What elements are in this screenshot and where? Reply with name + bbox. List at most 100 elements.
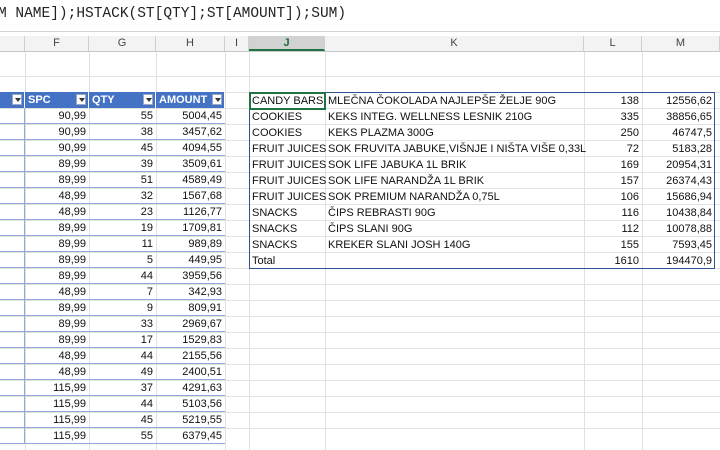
cell-qty[interactable]: 19 xyxy=(89,220,156,236)
cell-amount[interactable]: 342,93 xyxy=(156,284,225,300)
cell-spc[interactable]: 89,99 xyxy=(25,300,89,316)
cell-amount[interactable]: 3457,62 xyxy=(156,124,225,140)
cell-qty[interactable]: 49 xyxy=(89,364,156,380)
cell-qty-sum[interactable]: 138 xyxy=(584,93,642,109)
column-header-E-partial[interactable] xyxy=(0,36,25,51)
cell-category[interactable]: SNACKS xyxy=(249,237,325,253)
cell-category[interactable]: FRUIT JUICES xyxy=(249,157,326,173)
cell-item-name[interactable]: ČIPS REBRASTI 90G xyxy=(325,205,584,221)
column-header-F[interactable]: F xyxy=(25,36,89,51)
cell-amount[interactable]: 5004,45 xyxy=(156,108,225,124)
source-cell-partial[interactable] xyxy=(0,412,25,428)
cell-amount-sum[interactable]: 194470,9 xyxy=(642,253,715,269)
cell-category[interactable]: FRUIT JUICES xyxy=(249,141,326,157)
source-cell-partial[interactable] xyxy=(0,188,25,204)
cell-qty[interactable]: 44 xyxy=(89,268,156,284)
filter-dropdown-icon[interactable] xyxy=(143,94,153,105)
cell-qty[interactable]: 55 xyxy=(89,108,156,124)
formula-bar[interactable]: M NAME]);HSTACK(ST[QTY];ST[AMOUNT]);SUM) xyxy=(0,0,720,32)
cell-item-name[interactable] xyxy=(325,253,584,269)
cell-amount[interactable]: 4291,63 xyxy=(156,380,225,396)
cell-spc[interactable]: 48,99 xyxy=(25,284,89,300)
cell-amount[interactable]: 1567,68 xyxy=(156,188,225,204)
cell-qty[interactable]: 37 xyxy=(89,380,156,396)
formula-text[interactable]: M NAME]);HSTACK(ST[QTY];ST[AMOUNT]);SUM) xyxy=(0,6,346,22)
column-header-L[interactable]: L xyxy=(584,36,642,51)
cell-qty[interactable]: 55 xyxy=(89,428,156,444)
cell-item-name[interactable]: KEKS INTEG. WELLNESS LESNIK 210G xyxy=(325,109,584,125)
cell-qty-sum[interactable]: 335 xyxy=(584,109,642,125)
cell-spc[interactable]: 89,99 xyxy=(25,172,89,188)
column-header-J[interactable]: J xyxy=(249,36,325,51)
cell-amount[interactable]: 1126,77 xyxy=(156,204,225,220)
source-cell-partial[interactable] xyxy=(0,236,25,252)
cell-spc[interactable]: 89,99 xyxy=(25,316,89,332)
source-header-partial[interactable] xyxy=(0,92,25,108)
cell-item-name[interactable]: KEKS PLAZMA 300G xyxy=(325,125,584,141)
cell-qty-sum[interactable]: 1610 xyxy=(584,253,642,269)
cell-amount[interactable]: 2155,56 xyxy=(156,348,225,364)
cell-item-name[interactable]: SOK FRUVITA JABUKE,VIŠNJE I NIŠTA VIŠE 0… xyxy=(325,141,586,157)
cell-qty-sum[interactable]: 72 xyxy=(584,141,642,157)
cell-amount-sum[interactable]: 26374,43 xyxy=(642,173,715,189)
cell-spc[interactable]: 48,99 xyxy=(25,188,89,204)
cell-item-name[interactable]: SOK LIFE NARANDŽA 1L BRIK xyxy=(325,173,584,189)
cell-amount-sum[interactable]: 10438,84 xyxy=(642,205,715,221)
cell-qty[interactable]: 32 xyxy=(89,188,156,204)
source-cell-partial[interactable] xyxy=(0,124,25,140)
source-cell-partial[interactable] xyxy=(0,380,25,396)
cell-spc[interactable]: 48,99 xyxy=(25,204,89,220)
cell-category[interactable]: FRUIT JUICES xyxy=(249,189,326,205)
cell-item-name[interactable]: KREKER SLANI JOSH 140G xyxy=(325,237,584,253)
source-cell-partial[interactable] xyxy=(0,156,25,172)
cell-category[interactable]: SNACKS xyxy=(249,205,325,221)
filter-dropdown-icon[interactable] xyxy=(12,94,22,105)
source-cell-partial[interactable] xyxy=(0,348,25,364)
active-cell-selection[interactable] xyxy=(249,92,326,110)
cell-qty[interactable]: 9 xyxy=(89,300,156,316)
header-spc[interactable]: SPC xyxy=(25,92,89,108)
source-cell-partial[interactable] xyxy=(0,220,25,236)
cell-qty-sum[interactable]: 157 xyxy=(584,173,642,189)
cell-qty[interactable]: 38 xyxy=(89,124,156,140)
column-header-I[interactable]: I xyxy=(225,36,249,51)
header-qty[interactable]: QTY xyxy=(89,92,156,108)
cell-amount[interactable]: 5219,55 xyxy=(156,412,225,428)
source-cell-partial[interactable] xyxy=(0,332,25,348)
source-cell-partial[interactable] xyxy=(0,428,25,444)
cell-category[interactable]: SNACKS xyxy=(249,221,325,237)
cell-spc[interactable]: 89,99 xyxy=(25,220,89,236)
cell-amount[interactable]: 1709,81 xyxy=(156,220,225,236)
cell-qty[interactable]: 39 xyxy=(89,156,156,172)
cell-qty[interactable]: 45 xyxy=(89,140,156,156)
cell-spc[interactable]: 90,99 xyxy=(25,108,89,124)
cell-category[interactable]: Total xyxy=(249,253,325,269)
column-header-G[interactable]: G xyxy=(89,36,156,51)
cell-amount[interactable]: 989,89 xyxy=(156,236,225,252)
column-header-H[interactable]: H xyxy=(156,36,225,51)
header-amount[interactable]: AMOUNT xyxy=(156,92,225,108)
cell-qty[interactable]: 45 xyxy=(89,412,156,428)
cell-amount[interactable]: 4589,49 xyxy=(156,172,225,188)
source-cell-partial[interactable] xyxy=(0,300,25,316)
column-header-M[interactable]: M xyxy=(642,36,720,51)
cell-category[interactable]: COOKIES xyxy=(249,109,325,125)
cell-category[interactable]: FRUIT JUICES xyxy=(249,173,326,189)
cell-amount-sum[interactable]: 15686,94 xyxy=(642,189,715,205)
source-cell-partial[interactable] xyxy=(0,316,25,332)
cell-qty-sum[interactable]: 116 xyxy=(584,205,642,221)
cell-spc[interactable]: 89,99 xyxy=(25,332,89,348)
cell-item-name[interactable]: SOK PREMIUM NARANDŽA 0,75L xyxy=(325,189,584,205)
cell-qty[interactable]: 11 xyxy=(89,236,156,252)
cell-spc[interactable]: 89,99 xyxy=(25,252,89,268)
cell-spc[interactable]: 89,99 xyxy=(25,236,89,252)
cell-spc[interactable]: 115,99 xyxy=(25,396,89,412)
source-cell-partial[interactable] xyxy=(0,252,25,268)
cell-amount-sum[interactable]: 12556,62 xyxy=(642,93,715,109)
cell-amount-sum[interactable]: 5183,28 xyxy=(642,141,715,157)
cell-qty[interactable]: 44 xyxy=(89,348,156,364)
cell-qty-sum[interactable]: 106 xyxy=(584,189,642,205)
cell-qty[interactable]: 23 xyxy=(89,204,156,220)
cell-qty[interactable]: 51 xyxy=(89,172,156,188)
source-cell-partial[interactable] xyxy=(0,396,25,412)
